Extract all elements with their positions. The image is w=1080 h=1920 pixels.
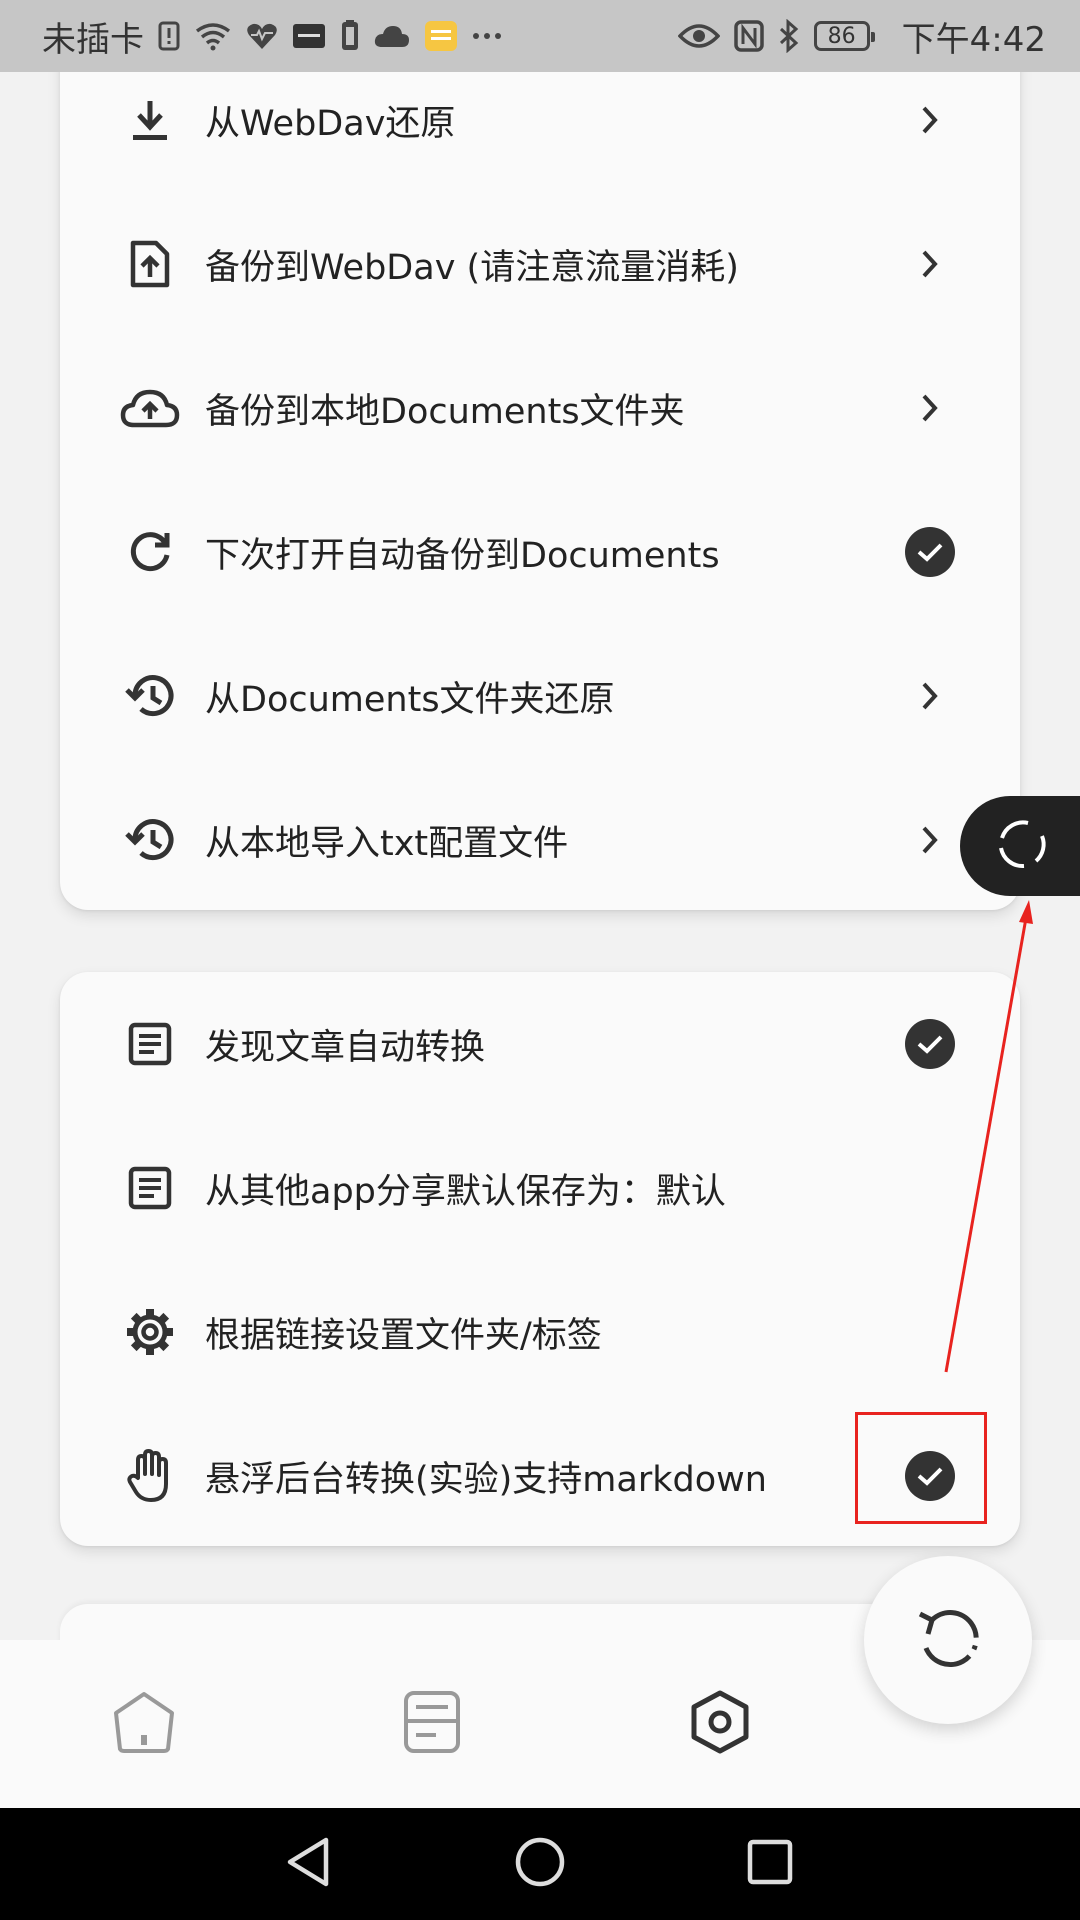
app-icon <box>292 21 326 51</box>
backup-to-documents-row[interactable]: 备份到本地Documents文件夹 <box>60 336 1020 480</box>
wifi-icon <box>194 21 232 51</box>
link-folder-tag-row[interactable]: 根据链接设置文件夹/标签 <box>60 1260 1020 1404</box>
status-bar: 未插卡 86 下午4:42 <box>0 0 1080 72</box>
recents-icon <box>746 1838 794 1890</box>
undo-fab-button[interactable] <box>864 1556 1032 1724</box>
settings-hex-icon <box>688 1689 752 1759</box>
row-label: 下次打开自动备份到Documents <box>205 535 720 576</box>
undo-icon <box>912 1604 984 1676</box>
gear-icon <box>120 1302 180 1362</box>
battery-icon: 86 <box>813 21 875 51</box>
download-icon <box>120 90 180 150</box>
back-button[interactable] <box>278 1834 338 1894</box>
backup-settings-card: 从WebDav还原 备份到WebDav (请注意流量消耗) 备份到本地Docum… <box>60 0 1020 910</box>
hand-icon <box>120 1446 180 1506</box>
nav-settings[interactable] <box>680 1684 760 1764</box>
back-icon <box>284 1836 332 1892</box>
restore-from-documents-row[interactable]: 从Documents文件夹还原 <box>60 624 1020 768</box>
floating-convert-bubble[interactable] <box>960 796 1080 896</box>
chevron-right-icon <box>904 238 956 290</box>
file-upload-icon <box>120 234 180 294</box>
row-label: 备份到WebDav (请注意流量消耗) <box>205 247 739 288</box>
recents-button[interactable] <box>740 1834 800 1894</box>
import-txt-config-row[interactable]: 从本地导入txt配置文件 <box>60 768 1020 912</box>
row-label: 从Documents文件夹还原 <box>205 679 615 720</box>
nav-home[interactable] <box>104 1684 184 1764</box>
phone-icon <box>340 20 360 52</box>
history-icon <box>120 810 180 870</box>
chevron-right-icon <box>904 94 956 146</box>
notes-list-icon <box>402 1689 462 1759</box>
home-button[interactable] <box>510 1834 570 1894</box>
row-label: 从WebDav还原 <box>205 103 456 144</box>
auto-backup-toggle[interactable] <box>904 526 956 578</box>
row-label: 备份到本地Documents文件夹 <box>205 391 685 432</box>
chevron-right-icon <box>904 814 956 866</box>
system-navigation-bar <box>0 1808 1080 1920</box>
auto-convert-toggle[interactable] <box>904 1018 956 1070</box>
row-label: 发现文章自动转换 <box>205 1027 486 1068</box>
chevron-right-icon <box>904 382 956 434</box>
share-default-save-row[interactable]: 从其他app分享默认保存为：默认 <box>60 1116 1020 1260</box>
check-icon <box>905 527 955 577</box>
notes-icon <box>424 20 458 52</box>
cloud-upload-icon <box>120 378 180 438</box>
clock-time: 下午4:42 <box>901 19 1046 60</box>
row-label: 根据链接设置文件夹/标签 <box>205 1315 602 1356</box>
row-label: 从本地导入txt配置文件 <box>205 823 569 864</box>
article-icon <box>120 1158 180 1218</box>
row-label: 悬浮后台转换(实验)支持markdown <box>205 1459 767 1500</box>
float-ring-icon <box>994 816 1050 876</box>
eye-icon <box>677 22 720 50</box>
chevron-right-icon <box>904 670 956 722</box>
article-icon <box>120 1014 180 1074</box>
auto-convert-article-row[interactable]: 发现文章自动转换 <box>60 972 1020 1116</box>
check-icon <box>905 1019 955 1069</box>
health-icon <box>246 21 278 51</box>
sim-alert-icon <box>158 21 180 51</box>
carrier-text: 未插卡 <box>42 19 144 60</box>
bluetooth-icon <box>778 19 800 53</box>
home-icon <box>110 1689 178 1759</box>
home-circle-icon <box>514 1836 566 1892</box>
nfc-icon <box>733 20 764 52</box>
refresh-icon <box>120 522 180 582</box>
annotation-highlight-box <box>855 1412 987 1524</box>
row-label: 从其他app分享默认保存为：默认 <box>205 1171 726 1212</box>
cloud-icon <box>374 23 410 49</box>
history-icon <box>120 666 180 726</box>
more-icon <box>472 31 502 41</box>
backup-to-webdav-row[interactable]: 备份到WebDav (请注意流量消耗) <box>60 192 1020 336</box>
auto-backup-documents-row[interactable]: 下次打开自动备份到Documents <box>60 480 1020 624</box>
nav-notes[interactable] <box>392 1684 472 1764</box>
